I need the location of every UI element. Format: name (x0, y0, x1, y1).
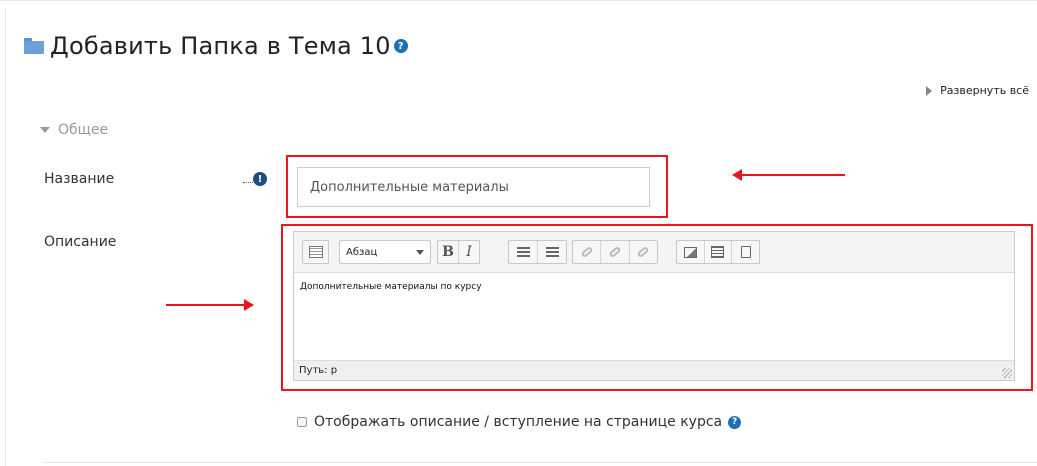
page-frame-top (0, 0, 1037, 9)
text-style-group: B I (437, 240, 480, 264)
name-input[interactable]: Дополнительные материалы (297, 167, 650, 207)
page-frame-left (5, 8, 6, 466)
annotation-arrow-left (732, 169, 845, 181)
name-label: Название (44, 171, 115, 187)
editor-statusbar: Путь: p (294, 360, 1014, 380)
insert-media-button[interactable] (705, 241, 732, 263)
unlink-icon (608, 245, 622, 259)
ordered-list-icon (545, 246, 559, 258)
page-title: Добавить Папка в Тема 10 ? (24, 26, 408, 66)
unordered-list-button[interactable] (509, 241, 537, 263)
image-icon (683, 246, 697, 258)
description-editor[interactable]: Абзац B I Дополнительные материалы по ку… (293, 231, 1015, 381)
anchor-button[interactable] (630, 241, 657, 263)
show-description-label: Отображать описание / вступление на стра… (314, 414, 723, 430)
list-group (508, 240, 567, 264)
italic-button[interactable]: I (459, 241, 479, 263)
format-select[interactable]: Абзац (339, 240, 431, 264)
bold-button[interactable]: B (438, 241, 458, 263)
expand-all-link[interactable]: Развернуть всё (926, 84, 1029, 97)
editor-content[interactable]: Дополнительные материалы по курсу (300, 282, 482, 292)
editor-path[interactable]: Путь: p (299, 365, 337, 376)
triangle-right-icon (926, 85, 933, 96)
insert-group (676, 240, 760, 264)
required-icon: ! (253, 172, 267, 186)
triangle-down-icon (40, 127, 50, 133)
format-select-value: Абзац (346, 246, 378, 258)
description-label: Описание (44, 234, 117, 250)
divider (44, 462, 1037, 463)
resize-grip-icon[interactable] (1002, 368, 1012, 378)
unordered-list-icon (516, 246, 530, 258)
toolbar-toggle-icon (308, 246, 323, 258)
link-button[interactable] (573, 241, 600, 263)
help-icon[interactable]: ? (393, 39, 408, 53)
ordered-list-button[interactable] (538, 241, 566, 263)
unlink-button[interactable] (601, 241, 628, 263)
section-general-label: Общее (58, 122, 109, 138)
folder-icon (24, 38, 44, 54)
show-description-checkbox[interactable] (297, 417, 307, 427)
chevron-down-icon (416, 250, 424, 255)
help-icon[interactable]: ? (728, 415, 742, 429)
show-description-row: Отображать описание / вступление на стра… (297, 414, 742, 430)
required-dots (243, 182, 253, 183)
paste-button[interactable] (732, 241, 759, 263)
expand-all-label: Развернуть всё (940, 84, 1029, 97)
clipboard-icon (740, 246, 751, 258)
anchor-icon (636, 245, 650, 259)
page-title-text: Добавить Папка в Тема 10 (50, 32, 391, 60)
link-icon (580, 245, 594, 259)
editor-toolbar: Абзац B I (294, 232, 1014, 273)
media-icon (711, 246, 725, 258)
section-general-toggle[interactable]: Общее (40, 122, 108, 138)
link-group (572, 240, 658, 264)
toolbar-toggle-button[interactable] (302, 240, 329, 264)
insert-image-button[interactable] (677, 241, 704, 263)
annotation-arrow-right (166, 299, 254, 311)
